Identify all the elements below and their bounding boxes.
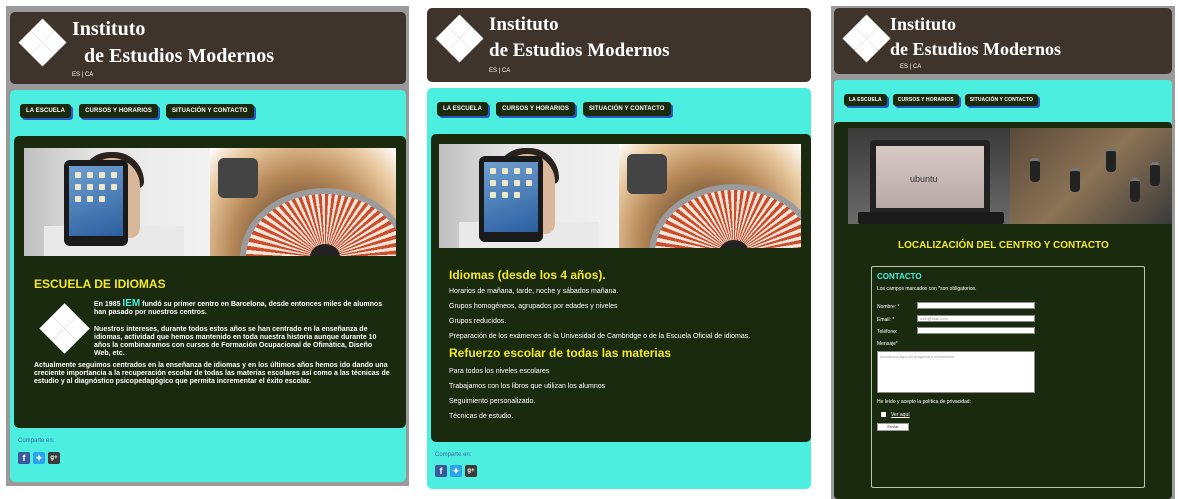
message-textarea[interactable]: Introduzca aquí su pregunta o comentario	[877, 351, 1035, 393]
social-icons: f ✦ g+	[18, 452, 60, 464]
languages-item: Horarios de mañana, tarde, noche y sábad…	[449, 288, 619, 295]
nav-situacion-contacto[interactable]: SITUACIÓN Y CONTACTO	[165, 104, 254, 118]
tutoring-item: Para todos los niveles escolares	[449, 368, 550, 375]
privacy-label: He leído y acepto la política de privaci…	[877, 399, 971, 405]
language-switcher[interactable]: ES | CA	[489, 68, 510, 74]
intro-paragraph: En 1985 IEM fundó su primer centro en Ba…	[94, 298, 390, 317]
languages-item: Grupos reducidos.	[449, 318, 507, 325]
banner-ipad-image	[439, 144, 619, 248]
share-label: Comparte en:	[435, 452, 472, 458]
site-header: Instituto de Estudios Modernos ES | CA	[10, 12, 406, 84]
history-paragraph: Nuestros intereses, durante todos estos …	[94, 326, 377, 357]
nav-situacion-contacto[interactable]: SITUACIÓN Y CONTACTO	[964, 94, 1039, 106]
logo-icon[interactable]	[842, 14, 891, 63]
banner-laptop-image: ubuntu	[848, 128, 1010, 224]
content-area: ESCUELA DE IDIOMAS En 1985 IEM fundó su …	[14, 136, 406, 428]
privacy-checkbox[interactable]	[881, 412, 886, 417]
email-label: Email: *	[877, 317, 895, 323]
page-cursos: Instituto de Estudios Modernos ES | CA L…	[423, 6, 815, 491]
page-body: LA ESCUELA CURSOS Y HORARIOS SITUACIÓN Y…	[834, 80, 1172, 128]
section-heading: ESCUELA DE IDIOMAS	[34, 277, 166, 291]
language-switcher[interactable]: ES | CA	[900, 64, 921, 70]
required-note: Los campos marcados con *son obligatorio…	[877, 286, 977, 292]
languages-item: Grupos homogéneos, agrupados por edades …	[449, 303, 618, 310]
logo-icon	[39, 303, 90, 354]
name-label: Nombre: *	[877, 304, 900, 310]
main-nav: LA ESCUELA CURSOS Y HORARIOS SITUACIÓN Y…	[437, 102, 671, 116]
facebook-icon[interactable]: f	[435, 465, 447, 477]
nav-cursos-horarios[interactable]: CURSOS Y HORARIOS	[79, 104, 158, 118]
banner-turntable-image	[619, 144, 801, 248]
brand-title-line2: de Estudios Modernos	[489, 40, 670, 61]
privacy-link[interactable]: Ver aquí	[891, 412, 910, 418]
twitter-icon[interactable]: ✦	[450, 465, 462, 477]
brand-title-line1: Instituto	[890, 14, 957, 34]
section-heading: LOCALIZACIÓN DEL CENTRO Y CONTACTO	[898, 240, 1109, 251]
languages-item: Preparación de los exámenes de la Unives…	[449, 333, 751, 340]
google-plus-icon[interactable]: g+	[48, 452, 60, 464]
banner-turntable-image	[210, 148, 396, 256]
site-header: Instituto de Estudios Modernos ES | CA	[834, 8, 1172, 74]
nav-la-escuela[interactable]: LA ESCUELA	[20, 104, 72, 118]
nav-situacion-contacto[interactable]: SITUACIÓN Y CONTACTO	[582, 102, 671, 116]
tutoring-heading: Refuerzo escolar de todas las materias	[449, 346, 672, 360]
phone-input[interactable]	[917, 327, 1035, 334]
phone-label: Teléfono:	[877, 329, 898, 335]
name-input[interactable]	[917, 302, 1035, 309]
nav-la-escuela[interactable]: LA ESCUELA	[844, 94, 887, 106]
brand-title-line2: de Estudios Modernos	[890, 39, 1062, 59]
submit-button[interactable]: Enviar	[877, 423, 909, 431]
main-nav: LA ESCUELA CURSOS Y HORARIOS SITUACIÓN Y…	[844, 94, 1039, 106]
banner-circuit-image	[1010, 128, 1172, 224]
ubuntu-label: ubuntu	[910, 174, 938, 184]
google-plus-icon[interactable]: g+	[465, 465, 477, 477]
nav-la-escuela[interactable]: LA ESCUELA	[437, 102, 489, 116]
content-area: Idiomas (desde los 4 años). Horarios de …	[431, 134, 811, 442]
nav-cursos-horarios[interactable]: CURSOS Y HORARIOS	[496, 102, 575, 116]
brand-title-line1: Instituto	[72, 18, 146, 40]
brand-title-line2: de Estudios Modernos	[84, 45, 275, 67]
main-nav: LA ESCUELA CURSOS Y HORARIOS SITUACIÓN Y…	[20, 104, 254, 118]
message-label: Mensaje*	[877, 341, 898, 347]
facebook-icon[interactable]: f	[18, 452, 30, 464]
banner-ipad-image	[24, 148, 210, 256]
logo-icon[interactable]	[18, 18, 67, 67]
social-icons: f ✦ g+	[435, 465, 477, 477]
intro-prefix: En 1985	[94, 301, 121, 308]
logo-icon[interactable]	[435, 14, 484, 63]
content-area: ubuntu LOCALIZACIÓN DEL CENTRO Y CONTACT…	[834, 122, 1172, 499]
email-input[interactable]: user@mail.com	[917, 315, 1035, 322]
twitter-icon[interactable]: ✦	[33, 452, 45, 464]
page-body: LA ESCUELA CURSOS Y HORARIOS SITUACIÓN Y…	[10, 90, 406, 482]
language-switcher[interactable]: ES | CA	[72, 72, 93, 78]
current-focus-paragraph: Actualmente seguimos centrados en la ens…	[34, 362, 390, 385]
page-escuela: Instituto de Estudios Modernos ES | CA L…	[6, 6, 409, 486]
languages-heading: Idiomas (desde los 4 años).	[449, 268, 606, 282]
site-header: Instituto de Estudios Modernos ES | CA	[427, 8, 811, 82]
brand-title-line1: Instituto	[489, 14, 559, 35]
nav-cursos-horarios[interactable]: CURSOS Y HORARIOS	[892, 94, 959, 106]
iem-brand: IEM	[122, 298, 141, 309]
tutoring-item: Trabajamos con los libros que utilizan l…	[449, 383, 606, 390]
form-title: CONTACTO	[877, 272, 922, 281]
share-label: Comparte en:	[18, 438, 55, 444]
contact-form: CONTACTO Los campos marcados con *son ob…	[871, 266, 1145, 488]
page-contacto: Instituto de Estudios Modernos ES | CA L…	[831, 6, 1175, 499]
tutoring-item: Técnicas de estudio.	[449, 413, 514, 420]
tutoring-item: Seguimiento personalizado.	[449, 398, 536, 405]
page-body: LA ESCUELA CURSOS Y HORARIOS SITUACIÓN Y…	[427, 88, 811, 489]
